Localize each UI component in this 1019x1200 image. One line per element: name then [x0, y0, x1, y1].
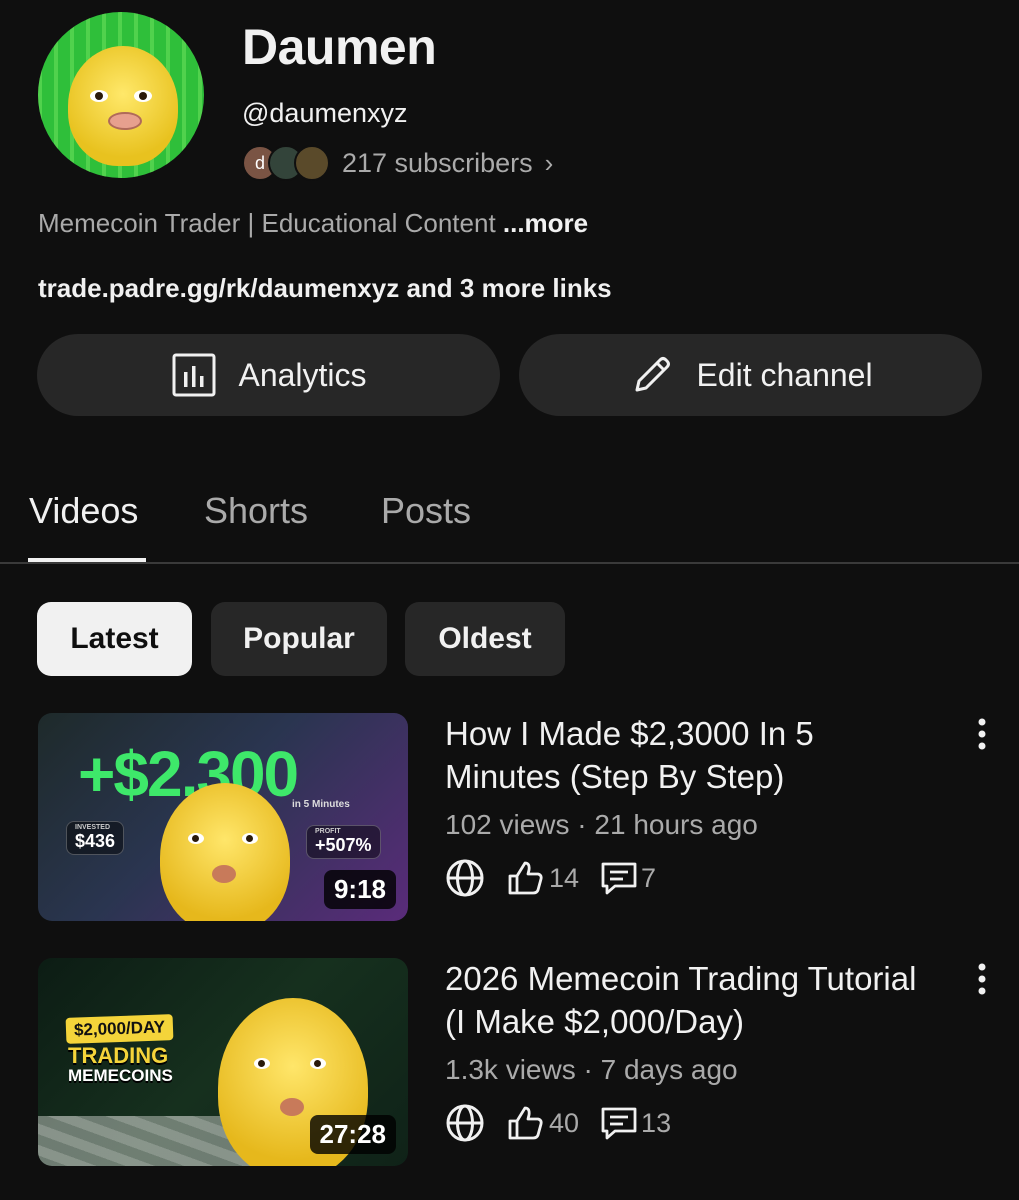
avatar-mouth: [108, 112, 142, 130]
chevron-right-icon: ›: [544, 147, 554, 178]
video-duration: 27:28: [309, 1115, 396, 1154]
like-count: 40: [549, 1107, 580, 1138]
tab-videos[interactable]: Videos: [29, 490, 138, 532]
thumbnail-line1: TRADING: [68, 1043, 169, 1068]
avatar-duck: [68, 46, 178, 166]
duck-mouth: [212, 865, 236, 883]
avatar-eye-left: [90, 90, 108, 102]
subscriber-avatar-initial: d: [254, 152, 265, 173]
filter-chip-oldest[interactable]: Oldest: [405, 602, 565, 676]
invested-value: $436: [75, 831, 116, 851]
duck-eye: [188, 833, 204, 844]
channel-handle: @daumenxyz: [242, 98, 408, 128]
channel-description[interactable]: Memecoin Trader | Educational Content ..…: [38, 208, 588, 239]
video-meta: 1.3k views · 7 days ago: [445, 1054, 738, 1085]
profit-label: PROFIT: [315, 828, 341, 835]
thumbnail-duck: [160, 783, 290, 921]
subscribers-row[interactable]: d 217 subscribers ›: [242, 145, 553, 181]
globe-icon: [445, 858, 485, 898]
analytics-button[interactable]: Analytics: [37, 334, 500, 416]
comment-count: 13: [641, 1107, 672, 1138]
thumbs-up-icon: [505, 858, 545, 898]
pencil-icon: [628, 351, 676, 399]
profit-value: +507%: [315, 835, 372, 855]
channel-links[interactable]: trade.padre.gg/rk/daumenxyz and 3 more l…: [38, 273, 612, 304]
channel-avatar[interactable]: [38, 12, 204, 178]
description-text: Memecoin Trader | Educational Content: [38, 208, 503, 238]
video-stats: 40 13: [445, 1103, 671, 1143]
more-vert-icon[interactable]: [966, 959, 998, 999]
thumbnail-tag: $2,000/DAY: [65, 1014, 174, 1044]
edit-channel-label: Edit channel: [696, 356, 873, 393]
tab-shorts[interactable]: Shorts: [204, 490, 308, 532]
filter-chip-popular[interactable]: Popular: [211, 602, 387, 676]
more-vert-icon[interactable]: [966, 714, 998, 754]
comment-icon: [599, 1103, 639, 1143]
duck-mouth: [280, 1098, 304, 1116]
filter-chip-latest[interactable]: Latest: [37, 602, 192, 676]
analytics-label: Analytics: [238, 356, 367, 393]
tab-posts[interactable]: Posts: [381, 490, 471, 532]
description-more-link[interactable]: ...more: [503, 208, 588, 238]
analytics-icon: [170, 351, 218, 399]
video-title[interactable]: 2026 Memecoin Trading Tutorial (I Make $…: [445, 957, 925, 1043]
thumbnail-subtext: in 5 Minutes: [292, 799, 350, 810]
video-thumbnail[interactable]: +$2,300 in 5 Minutes INVESTED $436 PROFI…: [38, 713, 408, 921]
avatar-eye-right: [134, 90, 152, 102]
duck-eye: [310, 1058, 326, 1069]
video-thumbnail[interactable]: $2,000/DAY TRADING MEMECOINS 27:28: [38, 958, 408, 1166]
channel-name: Daumen: [242, 19, 437, 75]
video-duration: 9:18: [323, 870, 396, 909]
thumbnail-invested-pill: INVESTED $436: [66, 821, 125, 855]
thumbnail-profit-pill: PROFIT +507%: [306, 825, 381, 859]
active-tab-indicator: [28, 558, 146, 562]
edit-channel-button[interactable]: Edit channel: [519, 334, 982, 416]
channel-tabs: Videos Shorts Posts: [0, 470, 1019, 564]
duck-eye: [242, 833, 258, 844]
subscriber-avatar: [294, 145, 330, 181]
globe-icon: [445, 1103, 485, 1143]
thumbnail-headline: TRADING MEMECOINS: [68, 1043, 173, 1086]
duck-eye: [254, 1058, 270, 1069]
comment-icon: [599, 858, 639, 898]
video-meta: 102 views · 21 hours ago: [445, 809, 758, 840]
thumbs-up-icon: [505, 1103, 545, 1143]
invested-label: INVESTED: [75, 824, 111, 831]
thumbnail-line2: MEMECOINS: [68, 1066, 173, 1085]
video-title[interactable]: How I Made $2,3000 In 5 Minutes (Step By…: [445, 712, 925, 798]
comment-count: 7: [641, 862, 657, 893]
subscriber-count: 217 subscribers: [342, 147, 533, 178]
video-stats: 14 7: [445, 858, 656, 898]
like-count: 14: [549, 862, 580, 893]
